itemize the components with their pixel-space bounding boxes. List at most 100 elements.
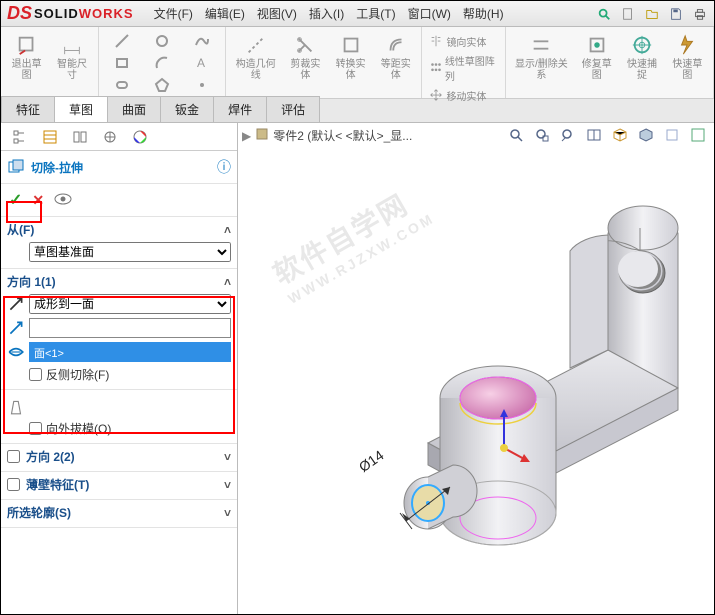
construction-line-button[interactable]: 构造几何线 [232,31,280,83]
pm-actions: ✓ ✕ [1,184,237,217]
menu-view[interactable]: 视图(V) [257,5,297,22]
direction-vector-icon[interactable] [7,319,25,337]
menu-tools[interactable]: 工具(T) [356,5,395,22]
from-combo[interactable]: 草图基准面 [29,242,231,262]
expand-icon[interactable]: ˅ [224,506,231,520]
property-tab[interactable] [35,125,65,149]
spline-tool[interactable] [185,31,219,53]
tab-features[interactable]: 特征 [1,96,55,122]
help-icon[interactable]: ⓘ [217,157,231,177]
reverse-direction-icon[interactable] [7,295,25,313]
graphics-viewport[interactable]: ▶ 零件2 (默认< <默认>_显... 软件自学网 WWW.RJZXW.COM [238,123,714,614]
direction-vector-field[interactable] [29,318,231,338]
smart-dimension-button[interactable]: 智能尺寸 [52,31,91,83]
contour-label: 所选轮廓(S) [7,504,224,521]
tab-surface[interactable]: 曲面 [107,96,161,122]
config-tab[interactable] [65,125,95,149]
slot-icon [114,77,130,93]
expand-icon[interactable]: ˅ [224,450,231,464]
hide-show-icon[interactable] [662,125,682,145]
rapid-sketch-button[interactable]: 快速草图 [668,31,707,83]
slot-tool[interactable] [105,75,139,97]
thin-checkbox[interactable] [7,478,20,491]
breadcrumb-arrow-icon[interactable]: ▶ [242,129,251,143]
collapse-icon[interactable]: ˄ [224,223,231,237]
open-icon[interactable] [644,6,660,22]
quick-snap-button[interactable]: 快速捕捉 [622,31,661,83]
menu-edit[interactable]: 编辑(E) [205,5,245,22]
search-icon[interactable] [596,6,612,22]
appearance-tab[interactable] [125,125,155,149]
svg-text:A: A [197,56,205,70]
tab-sketch[interactable]: 草图 [54,96,108,122]
exit-sketch-button[interactable]: 退出草图 [7,31,46,83]
repair-button[interactable]: 修复草图 [577,31,616,83]
face-selection-icon[interactable] [7,343,25,361]
end-condition-combo[interactable]: 成形到一面 [29,294,231,314]
draft-outward-checkbox[interactable] [29,422,42,435]
preview-button[interactable] [54,193,72,208]
feature-tree-tab[interactable] [5,125,35,149]
property-manager: 切除-拉伸 ⓘ ✓ ✕ 从(F)˄ 草图基准面 方向 1(1)˄ 成形到一面 [1,123,238,614]
menu-help[interactable]: 帮助(H) [463,5,504,22]
zoom-area-icon[interactable] [532,125,552,145]
dimxpert-tab[interactable] [95,125,125,149]
new-icon[interactable] [620,6,636,22]
text-tool[interactable]: A [185,53,219,75]
convert-button[interactable]: 转换实体 [331,31,370,83]
circle-tool[interactable] [145,31,179,53]
rapid-icon [675,33,699,57]
construction-icon [244,33,268,57]
menu-insert[interactable]: 插入(I) [309,5,344,22]
move-icon [428,87,444,103]
breadcrumb-doc[interactable]: 零件2 (默认< <默认>_显... [273,127,412,144]
offset-icon [384,33,408,57]
print-icon[interactable] [692,6,708,22]
repair-icon [585,33,609,57]
display-style-icon[interactable] [636,125,656,145]
tab-evaluate[interactable]: 评估 [266,96,320,122]
move-button[interactable]: 移动实体 [428,85,498,105]
thin-label: 薄壁特征(T) [26,476,224,493]
face-selection-box[interactable]: 面<1> [29,342,231,362]
section-view-icon[interactable] [584,125,604,145]
section-from: 从(F)˄ 草图基准面 [1,217,237,269]
tab-weldment[interactable]: 焊件 [213,96,267,122]
dir2-checkbox[interactable] [7,450,20,463]
menu-window[interactable]: 窗口(W) [408,5,451,22]
line-tool[interactable] [105,31,139,53]
offset-button[interactable]: 等距实体 [376,31,415,83]
mirror-button[interactable]: 镜向实体 [428,31,498,51]
arc-tool[interactable] [145,53,179,75]
save-icon[interactable] [668,6,684,22]
linear-pattern-button[interactable]: 线性草图阵列 [428,51,498,85]
polygon-tool[interactable] [145,75,179,97]
relations-button[interactable]: 显示/删除关系 [512,31,571,83]
arc-icon [154,55,170,71]
pattern-icon [428,60,442,76]
draft-icon[interactable] [7,398,25,416]
expand-icon[interactable]: ˅ [224,478,231,492]
menu-file[interactable]: 文件(F) [154,5,193,22]
apply-scene-icon[interactable] [688,125,708,145]
dir2-label: 方向 2(2) [26,448,224,465]
circle-icon [154,33,170,49]
point-tool[interactable] [185,75,219,97]
command-tabs: 特征 草图 曲面 钣金 焊件 评估 [1,99,714,123]
convert-icon [339,33,363,57]
flip-side-label: 反侧切除(F) [46,366,109,383]
ok-button[interactable]: ✓ [9,190,22,210]
collapse-icon[interactable]: ˄ [224,275,231,289]
rect-tool[interactable] [105,53,139,75]
ribbon: 退出草图 智能尺寸 A 构造几何线 剪裁实体 转换实体 [1,27,714,99]
view-orient-icon[interactable] [610,125,630,145]
relations-icon [529,33,553,57]
flip-side-checkbox[interactable] [29,368,42,381]
trim-button[interactable]: 剪裁实体 [286,31,325,83]
exit-sketch-icon [15,33,39,57]
prev-view-icon[interactable] [558,125,578,145]
section-thin: 薄壁特征(T) ˅ [1,472,237,500]
zoom-fit-icon[interactable] [506,125,526,145]
cancel-button[interactable]: ✕ [32,192,44,209]
tab-sheetmetal[interactable]: 钣金 [160,96,214,122]
